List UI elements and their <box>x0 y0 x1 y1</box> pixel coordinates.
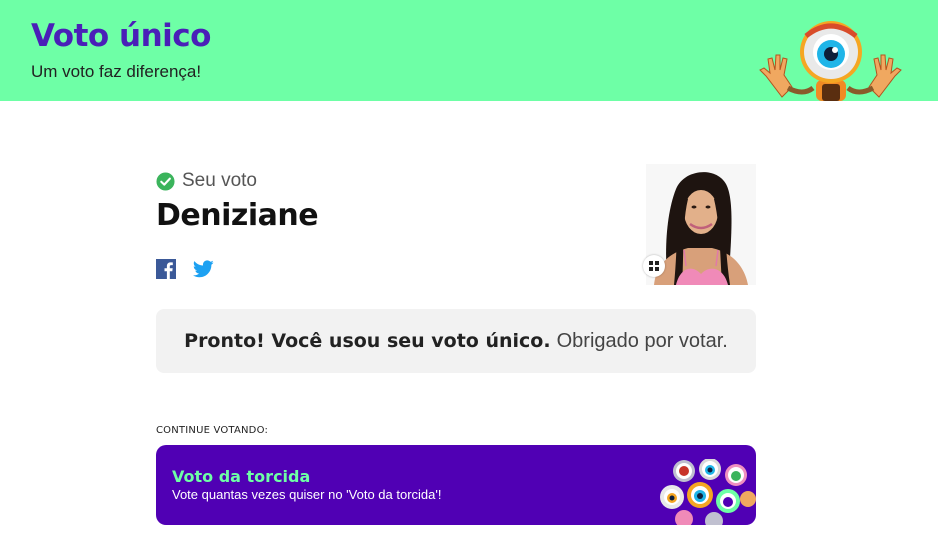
vote-status-label: Seu voto <box>182 170 257 191</box>
torcida-card-description: Vote quantas vezes quiser no 'Voto da to… <box>172 487 442 502</box>
big-brother-eye-mascot-icon <box>759 21 902 101</box>
twitter-icon[interactable] <box>193 259 214 279</box>
check-circle-icon <box>156 171 175 191</box>
voto-da-torcida-card[interactable]: Voto da torcida Vote quantas vezes quise… <box>156 445 756 525</box>
confirmation-message: Pronto! Você usou seu voto único. Obriga… <box>156 309 756 373</box>
confirmation-thanks-text: Obrigado por votar. <box>556 329 728 352</box>
candidate-name: Deniziane <box>156 198 319 233</box>
photo-expand-icon[interactable] <box>643 255 665 277</box>
vote-summary: Seu voto Deniziane <box>156 160 756 285</box>
torcida-card-title: Voto da torcida <box>172 467 311 486</box>
facebook-icon[interactable] <box>156 259 177 279</box>
page-header: Voto único Um voto faz diferença! <box>0 0 938 101</box>
continue-voting-label: CONTINUE VOTANDO: <box>156 425 269 436</box>
confirmation-strong-text: Pronto! Você usou seu voto único. <box>184 330 551 352</box>
eye-mascots-crowd-icon <box>660 459 756 525</box>
page-subtitle: Um voto faz diferença! <box>31 62 202 81</box>
share-buttons <box>156 259 214 279</box>
vote-status: Seu voto <box>156 170 257 192</box>
page-title: Voto único <box>31 18 211 54</box>
